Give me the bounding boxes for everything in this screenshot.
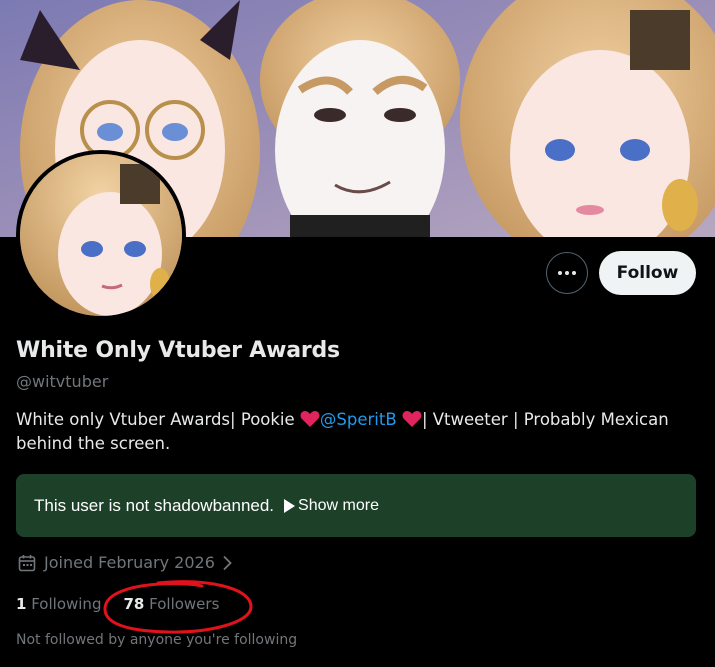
notice-text: This user is not shadowbanned.: [34, 495, 275, 515]
follow-stats: 1 Following 78 Followers: [16, 595, 219, 613]
followers-link[interactable]: 78 Followers: [123, 595, 219, 613]
more-dots-icon: [558, 271, 576, 275]
more-options-button[interactable]: [546, 252, 588, 294]
chevron-right-icon: [223, 555, 232, 570]
show-more-button[interactable]: Show more: [284, 497, 379, 515]
bio-mention-link[interactable]: @SperitB: [320, 410, 397, 429]
calendar-icon: [18, 554, 36, 571]
joined-date[interactable]: Joined February 2026: [18, 553, 233, 572]
not-followed-note: Not followed by anyone you're following: [16, 632, 298, 648]
profile-bio: White only Vtuber Awards| Pookie @Sperit…: [16, 408, 696, 456]
followers-count: 78: [123, 595, 145, 613]
expand-triangle-icon: [284, 498, 296, 513]
show-more-label: Show more: [298, 496, 379, 514]
joined-label: Joined February 2026: [44, 553, 215, 572]
username-handle: @witvtuber: [16, 372, 109, 391]
following-label: Following: [31, 595, 102, 613]
following-count: 1: [16, 595, 27, 613]
following-link[interactable]: 1 Following: [16, 595, 101, 613]
bio-text: White only Vtuber Awards| Pookie: [16, 410, 300, 429]
shadowban-notice: This user is not shadowbanned. Show more: [16, 474, 696, 537]
display-name: White Only Vtuber Awards: [16, 338, 340, 363]
heart-icon: [402, 411, 422, 427]
heart-icon: [300, 411, 320, 427]
follow-button[interactable]: Follow: [599, 251, 696, 295]
followers-label: Followers: [149, 595, 220, 613]
profile-avatar[interactable]: [16, 150, 186, 320]
